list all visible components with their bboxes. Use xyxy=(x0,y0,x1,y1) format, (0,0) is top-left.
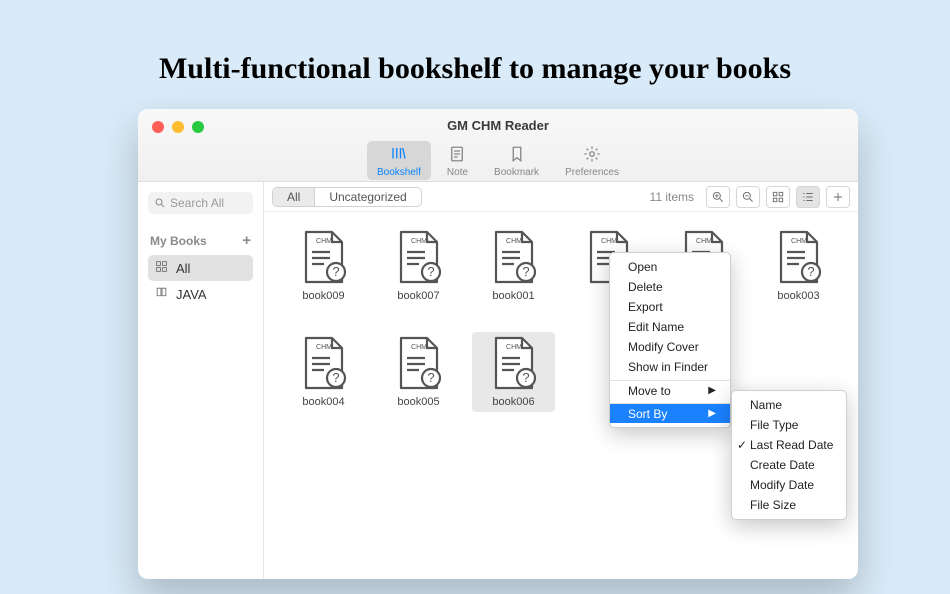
menu-sort-by[interactable]: Sort By▶ xyxy=(610,403,730,423)
zoom-in-button[interactable] xyxy=(706,186,730,208)
sidebar-item-label: JAVA xyxy=(176,287,207,302)
sidebar-item-java[interactable]: JAVA xyxy=(148,281,253,307)
book-icon xyxy=(154,286,169,302)
sort-submenu: Name File Type ✓Last Read Date Create Da… xyxy=(731,390,847,520)
tab-label: Bookshelf xyxy=(377,167,421,178)
titlebar: GM CHM Reader Bookshelf Note Bookmark xyxy=(138,109,858,182)
tab-preferences[interactable]: Preferences xyxy=(555,141,629,180)
book-item[interactable]: book001 xyxy=(472,226,555,306)
menu-edit-name[interactable]: Edit Name xyxy=(610,317,730,337)
add-category-button[interactable]: + xyxy=(242,232,251,249)
zoom-out-button[interactable] xyxy=(736,186,760,208)
book-name: book007 xyxy=(397,290,439,302)
category-segment: All Uncategorized xyxy=(272,187,422,207)
book-name: book003 xyxy=(777,290,819,302)
book-item[interactable]: book005 xyxy=(377,332,460,412)
sort-create-date[interactable]: Create Date xyxy=(732,455,846,475)
tab-label: Bookmark xyxy=(494,167,539,178)
item-count: 11 items xyxy=(650,190,694,204)
sidebar-section-label: My Books xyxy=(150,234,207,248)
app-window: GM CHM Reader Bookshelf Note Bookmark xyxy=(138,109,858,579)
main-pane: All Uncategorized 11 items xyxy=(264,182,858,579)
book-name: book006 xyxy=(492,396,534,408)
sidebar-item-label: All xyxy=(176,261,190,276)
book-name: book005 xyxy=(397,396,439,408)
chm-file-icon xyxy=(395,336,443,392)
menu-move-to[interactable]: Move to▶ xyxy=(610,380,730,400)
sort-name[interactable]: Name xyxy=(732,395,846,415)
gear-icon xyxy=(582,145,602,166)
sidebar: My Books + All JAVA xyxy=(138,182,264,579)
chevron-right-icon: ▶ xyxy=(708,408,716,419)
main-tabs: Bookshelf Note Bookmark Preferences xyxy=(138,141,858,180)
chm-file-icon xyxy=(300,336,348,392)
tab-bookshelf[interactable]: Bookshelf xyxy=(367,141,431,180)
chm-file-icon xyxy=(490,336,538,392)
bookmark-icon xyxy=(507,145,527,166)
grid-view-button[interactable] xyxy=(766,186,790,208)
book-name: book004 xyxy=(302,396,344,408)
sort-file-size[interactable]: File Size xyxy=(732,495,846,515)
tab-label: Note xyxy=(447,167,468,178)
add-button[interactable] xyxy=(826,186,850,208)
bookshelf-icon xyxy=(389,145,409,166)
tab-label: Preferences xyxy=(565,167,619,178)
tab-note[interactable]: Note xyxy=(437,141,478,180)
book-name: book001 xyxy=(492,290,534,302)
chm-file-icon xyxy=(395,230,443,286)
book-name: book009 xyxy=(302,290,344,302)
book-item[interactable]: book009 xyxy=(282,226,365,306)
hero-title: Multi-functional bookshelf to manage you… xyxy=(0,0,950,86)
menu-open[interactable]: Open xyxy=(610,257,730,277)
chm-file-icon xyxy=(775,230,823,286)
checkmark-icon: ✓ xyxy=(737,438,747,452)
grid-icon xyxy=(154,260,169,276)
sort-modify-date[interactable]: Modify Date xyxy=(732,475,846,495)
segment-uncategorized[interactable]: Uncategorized xyxy=(314,188,420,206)
context-menu: Open Delete Export Edit Name Modify Cove… xyxy=(609,252,731,428)
book-item[interactable]: book004 xyxy=(282,332,365,412)
book-item[interactable]: book006 xyxy=(472,332,555,412)
chevron-right-icon: ▶ xyxy=(708,385,716,396)
window-title: GM CHM Reader xyxy=(138,118,858,133)
menu-export[interactable]: Export xyxy=(610,297,730,317)
menu-show-in-finder[interactable]: Show in Finder xyxy=(610,357,730,377)
filter-bar: All Uncategorized 11 items xyxy=(264,182,858,212)
menu-delete[interactable]: Delete xyxy=(610,277,730,297)
segment-all[interactable]: All xyxy=(273,188,314,206)
menu-modify-cover[interactable]: Modify Cover xyxy=(610,337,730,357)
note-icon xyxy=(447,145,467,166)
chm-file-icon xyxy=(300,230,348,286)
list-view-button[interactable] xyxy=(796,186,820,208)
book-item[interactable]: book003 xyxy=(757,226,840,306)
sort-file-type[interactable]: File Type xyxy=(732,415,846,435)
sidebar-item-all[interactable]: All xyxy=(148,255,253,281)
sort-last-read-date[interactable]: ✓Last Read Date xyxy=(732,435,846,455)
tab-bookmark[interactable]: Bookmark xyxy=(484,141,549,180)
book-item[interactable]: book007 xyxy=(377,226,460,306)
chm-file-icon xyxy=(490,230,538,286)
